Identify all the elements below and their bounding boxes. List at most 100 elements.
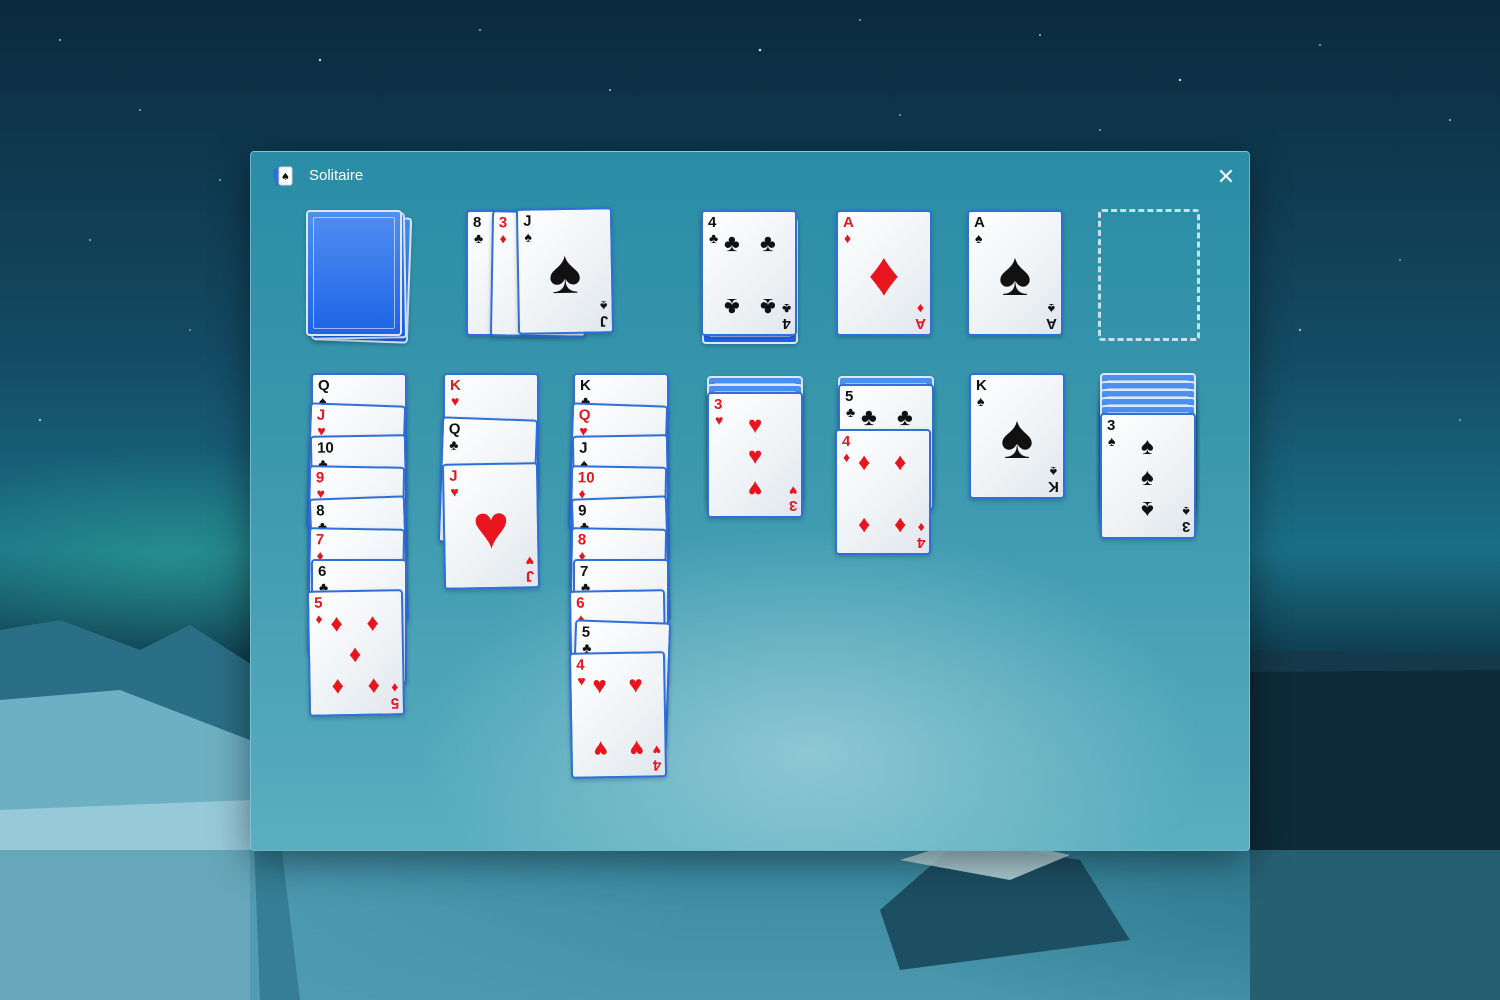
card-rank: 3 [1107,417,1116,434]
foundation-empty-slot[interactable] [1098,209,1200,341]
playing-card[interactable]: 3 ♥ ♥ ♥ ♥ 3 ♥ [707,392,803,518]
card-pip-icon: ♥ [748,475,763,502]
card-rank: K [976,377,987,394]
card-center-suit-icon: ♥ [472,492,511,563]
card-pip-icon: ♥ [628,671,643,699]
playing-card[interactable]: 3 ♠ ♠ ♠ ♠ 3 ♠ [1100,413,1196,539]
card-rank: 5 [390,694,400,712]
card-rank: 8 [315,502,325,520]
card-rank: Q [448,420,461,439]
card-suit-icon: ♥ [525,553,534,570]
card-corner-bottom: A ♦ [915,301,926,332]
card-suit-icon: ♣ [781,301,791,317]
card-suit-icon: ♦ [843,449,851,465]
card-rank: J [599,312,609,330]
card-suit-icon: ♠ [599,298,608,315]
card-suit-icon: ♥ [788,483,797,499]
card-rank: 7 [315,531,325,549]
card-pip-icon: ♦ [366,609,379,637]
card-suit-icon: ♦ [315,610,323,627]
card-suit-icon: ♦ [917,301,925,317]
card-suit-icon: ♥ [652,742,661,759]
app-title: Solitaire [309,167,364,184]
close-icon: ✕ [1216,164,1236,189]
card-pip-icon: ♣ [897,404,913,431]
playing-card[interactable]: 4 ♦ ♦ ♦ ♦ ♦ 4 ♦ [835,429,931,555]
card-rank: 4 [842,433,851,450]
card-suit-icon: ♥ [577,672,586,689]
card-pip-icon: ♦ [894,512,907,539]
card-corner-bottom: 4 ♣ [781,301,791,332]
card-pip-icon: ♥ [629,734,645,762]
playing-card[interactable]: 4 ♣ ♣ ♣ ♣ ♣ 4 ♣ [701,210,797,336]
card-suit-icon: ♠ [1182,504,1190,520]
card-suit-icon: ♠ [1047,301,1056,317]
card-rank: J [525,567,535,585]
card-rank: 5 [313,594,323,612]
card-corner-bottom: 4 ♦ [916,520,925,551]
card-rank: A [915,315,926,332]
card-pip-icon: ♦ [367,672,381,700]
card-corner-bottom: 4 ♥ [652,742,661,773]
card-rank: 6 [575,594,585,612]
playing-card[interactable]: J ♠ ♠ J ♠ [515,207,615,335]
card-suit-icon: ♣ [474,230,484,246]
card-suit-icon: ♣ [846,404,856,420]
card-rank: 7 [580,563,589,580]
solitaire-window: ♠ Solitaire ✕ 8 ♣ 3 ♦ J ♠ ♠ J ♠ 4 ♣ ♣ ♣ ♣ ♣ 4 ♣ A ♦ ♦ A ♦ A ♠ ♠ A… [250,151,1250,851]
card-pip-icon: ♥ [748,412,763,439]
card-corner-bottom: A ♠ [1046,301,1057,332]
card-rank: 10 [577,469,595,487]
stock-pile[interactable] [306,210,402,336]
card-suit-icon: ♣ [709,230,719,246]
card-rank: 3 [714,396,723,413]
playing-card[interactable]: 4 ♥ ♥ ♥ ♥ ♥ 4 ♥ [568,651,668,779]
card-rank: 4 [708,214,717,231]
playing-card[interactable]: K ♠ ♠ K ♠ [969,373,1065,499]
card-pip-icon: ♣ [760,230,776,257]
playing-card[interactable]: A ♦ ♦ A ♦ [836,210,932,336]
card-suit-icon: ♦ [499,230,507,247]
card-pip-icon: ♦ [330,610,343,638]
card-pip-icon: ♣ [724,230,740,257]
card-suit-icon: ♦ [917,520,925,536]
card-rank: Q [578,406,591,425]
close-button[interactable]: ✕ [1211,164,1241,190]
card-rank: 10 [316,439,334,457]
card-corner-bottom: J ♠ [599,298,609,330]
card-rank: J [448,467,458,485]
card-rank: 4 [575,656,585,674]
card-pip-icon: ♠ [1141,464,1154,491]
card-rank: J [522,212,532,230]
card-pip-icon: ♥ [592,672,607,700]
title-bar: ♠ Solitaire ✕ [251,152,1249,200]
card-back-pattern [313,217,395,329]
card-center-suit-icon: ♠ [998,240,1032,309]
card-pip-icon: ♠ [1141,496,1154,523]
card-suit-icon: ♠ [1108,433,1116,449]
card-center-suit-icon: ♠ [547,237,583,308]
solitaire-app-icon: ♠ [273,166,293,186]
card-rank: A [974,214,985,231]
card-pip-icon: ♦ [331,673,345,701]
card-corner-bottom: K ♠ [1048,464,1059,495]
card-pip-icon: ♣ [861,404,877,431]
card-rank: 3 [1181,518,1190,535]
card-rank: 5 [581,623,591,641]
card-pip-icon: ♦ [858,449,871,476]
card-rank: 8 [473,214,482,231]
playing-card[interactable]: A ♠ ♠ A ♠ [967,210,1063,336]
card-corner-bottom: 5 ♦ [390,680,400,712]
card-pip-icon: ♦ [894,449,907,476]
svg-text:♠: ♠ [281,172,290,183]
card-suit-icon: ♥ [715,412,724,428]
card-pip-icon: ♦ [348,640,362,669]
playing-card[interactable]: J ♥ ♥ J ♥ [441,462,541,590]
card-rank: 8 [577,531,587,549]
card-corner-bottom: J ♥ [525,553,535,585]
card-pip-icon: ♠ [1141,433,1154,460]
playing-card[interactable]: 5 ♦ ♦ ♦ ♦ ♦ ♦ 5 ♦ [306,589,406,717]
card-corner-bottom: 3 ♠ [1181,504,1190,535]
card-rank: 3 [498,214,508,232]
card-rank: 4 [916,534,925,551]
